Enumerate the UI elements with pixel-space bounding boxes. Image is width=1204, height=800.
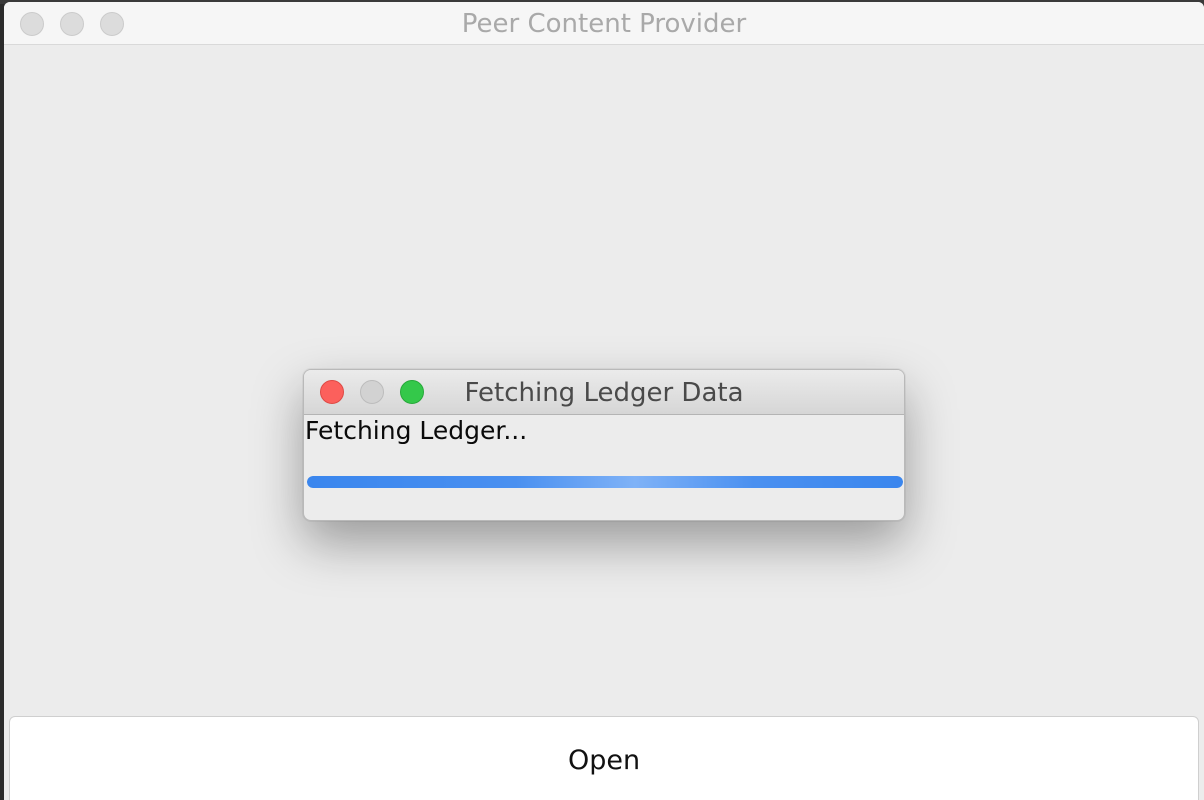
open-button[interactable]: Open (9, 716, 1199, 800)
fetching-dialog: Fetching Ledger Data Fetching Ledger... (303, 369, 905, 521)
dialog-titlebar: Fetching Ledger Data (304, 370, 904, 415)
progress-fill (307, 476, 903, 488)
main-titlebar: Peer Content Provider (4, 2, 1204, 45)
dialog-title: Fetching Ledger Data (464, 378, 744, 408)
window-title: Peer Content Provider (461, 9, 747, 39)
dialog-message: Fetching Ledger... (305, 416, 528, 445)
progress-bar (307, 476, 903, 488)
